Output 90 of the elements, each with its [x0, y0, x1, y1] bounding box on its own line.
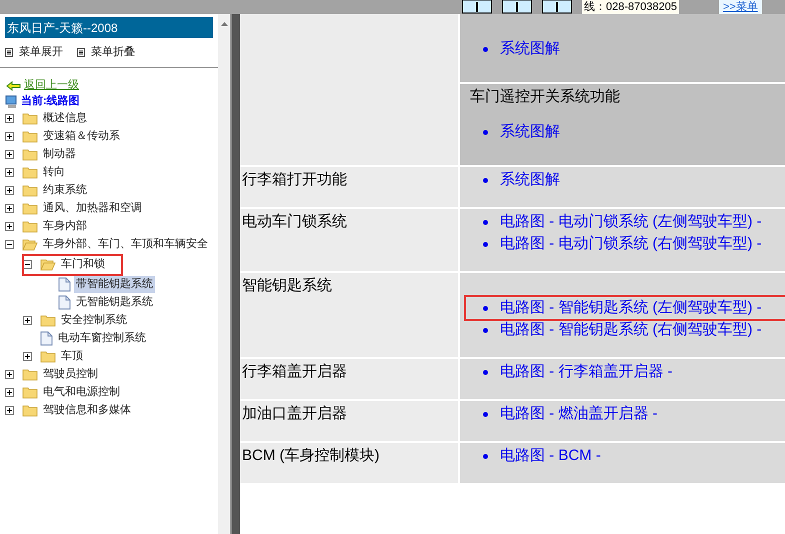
collapse-icon[interactable]: [5, 240, 14, 249]
tree-item[interactable]: 概述信息: [41, 110, 89, 127]
folder-icon: [40, 314, 56, 327]
tree-item[interactable]: 驾驶员控制: [41, 366, 100, 383]
row-label: 行李箱盖开启器: [242, 363, 347, 380]
folder-icon: [22, 166, 38, 179]
open-folder-icon: [22, 238, 38, 251]
folder-icon: [22, 112, 38, 125]
document-icon: [58, 277, 71, 292]
bullet-icon: [483, 178, 488, 182]
menu-link[interactable]: >>菜单: [718, 0, 762, 14]
bullet-icon: [483, 306, 488, 310]
collapse-icon[interactable]: [23, 260, 32, 269]
row-label: 智能钥匙系统: [242, 277, 332, 294]
menu-action-button[interactable]: 菜单展开: [5, 44, 63, 60]
row-label: 行李箱打开功能: [242, 171, 347, 188]
tree-item[interactable]: 电动车窗控制系统: [56, 330, 148, 347]
toolbar-icon[interactable]: [542, 0, 572, 14]
diagram-link[interactable]: 系统图解: [500, 169, 560, 191]
folder-icon: [22, 184, 38, 197]
toolbar-icon[interactable]: [462, 0, 492, 14]
back-link[interactable]: 返回上一级: [24, 77, 79, 94]
expand-icon[interactable]: [5, 204, 14, 213]
tree-item[interactable]: 制动器: [41, 146, 78, 163]
tree-item[interactable]: 安全控制系统: [59, 312, 129, 329]
diagram-link[interactable]: 电路图 - 电动门锁系统 (左侧驾驶车型) -: [500, 211, 762, 233]
expand-icon[interactable]: [5, 222, 14, 231]
expand-icon[interactable]: [5, 370, 14, 379]
folder-icon: [22, 368, 38, 381]
expand-icon[interactable]: [5, 388, 14, 397]
bullet-icon: [483, 242, 488, 246]
toolbar-icon[interactable]: [502, 0, 532, 14]
document-icon: [40, 331, 53, 346]
tree-item[interactable]: 无智能钥匙系统: [74, 294, 155, 311]
diagram-link[interactable]: 电路图 - 燃油盖开启器 -: [500, 403, 658, 425]
folder-icon: [22, 220, 38, 233]
diagram-link[interactable]: 电路图 - 行李箱盖开启器 -: [500, 361, 672, 383]
folder-icon: [22, 130, 38, 143]
scroll-up-icon[interactable]: [220, 22, 228, 26]
tree-item[interactable]: 带智能钥匙系统: [74, 276, 155, 293]
expand-icon[interactable]: [5, 186, 14, 195]
expand-icon[interactable]: [5, 114, 14, 123]
expand-icon[interactable]: [23, 316, 32, 325]
tree-item[interactable]: 转向: [41, 164, 67, 181]
list-icon: [77, 48, 85, 57]
phone-text: 线：028-87038205: [582, 0, 679, 14]
bullet-icon: [483, 46, 488, 52]
folder-icon: [40, 350, 56, 363]
left-arrow-icon: [6, 80, 21, 90]
diagram-link[interactable]: 电路图 - BCM -: [500, 445, 601, 467]
tree-item[interactable]: 电气和电源控制: [41, 384, 122, 401]
tree-item[interactable]: 驾驶信息和多媒体: [41, 402, 133, 419]
tree-item[interactable]: 变速箱＆传动系: [41, 128, 122, 145]
expand-icon[interactable]: [23, 352, 32, 361]
diagram-link[interactable]: 电路图 - 智能钥匙系统 (右侧驾驶车型) -: [500, 319, 762, 341]
tree-item[interactable]: 通风、加热器和空调: [41, 200, 144, 217]
bullet-icon: [483, 220, 488, 224]
row-label: 加油口盖开启器: [242, 405, 347, 422]
list-icon: [5, 48, 13, 57]
tree-item[interactable]: 车顶: [59, 348, 85, 365]
section-title: 车门遥控开关系统功能: [470, 87, 621, 107]
computer-icon: [5, 94, 18, 108]
expand-icon[interactable]: [5, 150, 14, 159]
bullet-icon: [483, 328, 488, 332]
document-icon: [58, 295, 71, 310]
diagram-link[interactable]: 系统图解: [500, 121, 560, 143]
bullet-icon: [483, 130, 488, 134]
bullet-icon: [483, 454, 488, 458]
row-label: 电动车门锁系统: [242, 213, 347, 230]
folder-icon: [22, 386, 38, 399]
folder-icon: [22, 148, 38, 161]
open-folder-icon: [40, 258, 56, 271]
bullet-icon: [483, 412, 488, 416]
folder-icon: [22, 404, 38, 417]
expand-icon[interactable]: [5, 168, 14, 177]
expand-icon[interactable]: [5, 132, 14, 141]
tree-item[interactable]: 车门和锁: [59, 256, 107, 273]
menu-action-button[interactable]: 菜单折叠: [77, 44, 135, 60]
tree-item[interactable]: 车身外部、车门、车顶和车辆安全: [41, 236, 210, 253]
diagram-link[interactable]: 电路图 - 电动门锁系统 (右侧驾驶车型) -: [500, 233, 762, 255]
tree-item[interactable]: 约束系统: [41, 182, 89, 199]
bullet-icon: [483, 370, 488, 374]
sidebar-title: 东风日产-天籁--2008: [5, 17, 213, 38]
diagram-link[interactable]: 系统图解: [500, 38, 560, 60]
diagram-link[interactable]: 电路图 - 智能钥匙系统 (左侧驾驶车型) -: [500, 297, 762, 319]
row-label: BCM (车身控制模块): [242, 447, 380, 464]
current-location: 当前:线路图: [21, 94, 80, 110]
folder-icon: [22, 202, 38, 215]
expand-icon[interactable]: [5, 406, 14, 415]
tree-item[interactable]: 车身内部: [41, 218, 89, 235]
